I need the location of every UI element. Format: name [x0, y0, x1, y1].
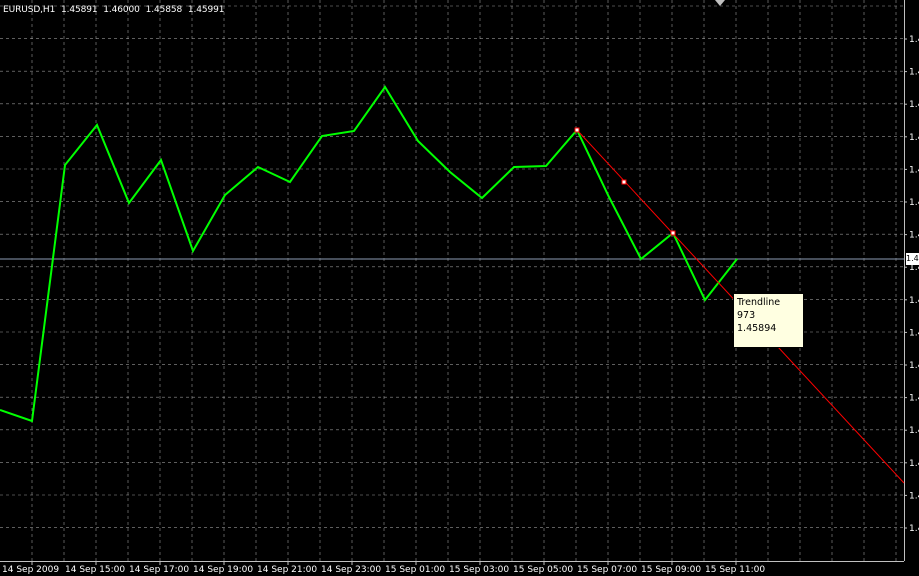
- price-axis-label: 1.4: [909, 394, 919, 404]
- time-axis-label: 14 Sep 21:00: [257, 565, 317, 575]
- high-price: 1.46000: [103, 5, 140, 15]
- price-axis-label: 1.4: [909, 100, 919, 110]
- chart-window[interactable]: 1.4 1.4 1.4 1.4 1.4 1.4 1.4 1.4 1.4 1.4 1.4 1.4 1.4 1…: [0, 0, 919, 576]
- chart-background: [0, 0, 919, 576]
- trendline-name: Trendline 973: [737, 297, 781, 321]
- open-price: 1.45891: [60, 5, 98, 15]
- time-axis-label: 14 Sep 19:00: [193, 565, 253, 575]
- trendline-tooltip: Trendline 973 1.45894: [733, 293, 804, 348]
- current-price-tag: 1.4: [906, 253, 919, 265]
- trendline-value: 1.45894: [737, 323, 777, 334]
- trendline-handle[interactable]: [574, 127, 580, 133]
- price-axis-label: 1.4: [909, 68, 919, 78]
- close-price: 1.45991: [187, 5, 225, 15]
- ohlc-header: EURUSD,H1 1.45891 1.46000 1.45858 1.4599…: [3, 5, 227, 15]
- time-axis-label: 15 Sep 09:00: [641, 565, 701, 575]
- time-axis-label: 15 Sep 05:00: [513, 565, 573, 575]
- time-axis-label: 15 Sep 07:00: [577, 565, 637, 575]
- time-axis-label: 14 Sep 17:00: [129, 565, 189, 575]
- low-price: 1.45858: [145, 5, 183, 15]
- time-axis-label: 15 Sep 11:00: [705, 565, 765, 575]
- price-axis-label: 1.4: [909, 133, 919, 143]
- price-axis-label: 1.4: [909, 459, 919, 469]
- price-axis-label: 1.4: [909, 361, 919, 371]
- time-axis-label: 15 Sep 03:00: [449, 565, 509, 575]
- time-axis-label: 15 Sep 01:00: [385, 565, 445, 575]
- price-axis-label: 1.4: [909, 198, 919, 208]
- time-axis-label: 14 Sep 15:00: [65, 565, 125, 575]
- chart-canvas[interactable]: 1.4 1.4 1.4 1.4 1.4 1.4 1.4 1.4 1.4 1.4 1.4 1.4 1.4 1…: [0, 0, 919, 576]
- price-axis-label: 1.4: [909, 231, 919, 241]
- price-axis-label: 1.4: [909, 35, 919, 45]
- price-axis-label: 1.4: [909, 491, 919, 501]
- trendline-handle[interactable]: [670, 230, 676, 236]
- symbol-timeframe: EURUSD,H1: [3, 5, 56, 15]
- price-axis-label: 1.4: [909, 165, 919, 175]
- price-axis-label: 1.4: [909, 524, 919, 534]
- price-axis-label: 1.4: [909, 426, 919, 436]
- time-axis-label: 14 Sep 23:00: [321, 565, 381, 575]
- trendline-handle[interactable]: [621, 179, 627, 185]
- time-axis-label: 14 Sep 2009: [2, 565, 59, 575]
- price-axis-label: 1.4: [909, 328, 919, 338]
- chart-shift-icon[interactable]: [715, 0, 725, 6]
- price-axis-label: 1.4: [909, 296, 919, 306]
